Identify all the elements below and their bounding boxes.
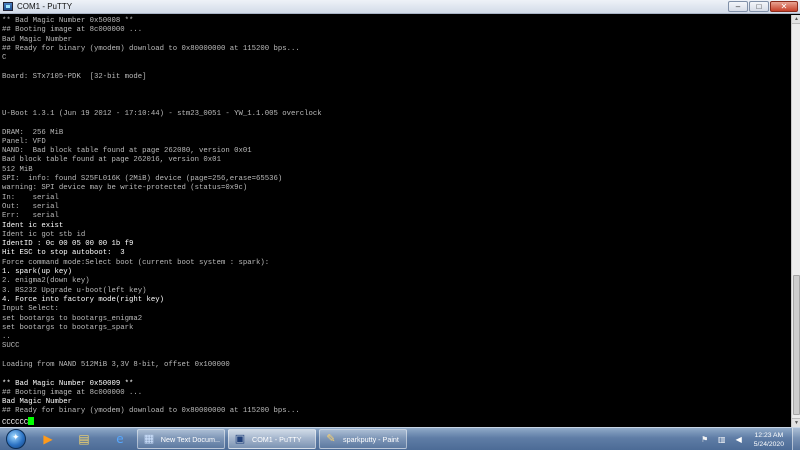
terminal-line: Bad Magic Number [2,398,73,407]
clock-date: 5/24/2020 [753,440,784,448]
terminal-line: SPI: info: found S25FL016K (2MiB) device… [2,175,283,184]
scroll-up-icon[interactable]: ▲ [792,15,800,24]
taskbar-item-label: COM1 - PuTTY [252,434,302,444]
window-title: COM1 - PuTTY [17,2,73,11]
taskbar-item-putty[interactable]: ▣ COM1 - PuTTY [228,429,316,449]
terminal-line: Loading from NAND 512MiB 3,3V 8-bit, off… [2,360,230,369]
terminal-line: warning: SPI device may be write-protect… [2,184,248,193]
taskbar-item-label: sparkputty - Paint [343,434,399,444]
minimize-button[interactable]: – [728,1,748,12]
terminal-line: ## Ready for binary (ymodem) download to… [2,407,300,416]
terminal-line: Err: serial [2,212,59,221]
action-center-flag-icon[interactable]: ⚑ [699,434,711,446]
terminal-line: Input Select: [2,305,59,314]
terminal-line: set bootargs to bootargs_spark [2,323,134,332]
clock[interactable]: 12:23 AM 5/24/2020 [754,431,784,449]
terminal-line: ## Ready for binary (ymodem) download to… [2,44,300,53]
terminal-line: 512 MiB [2,165,33,174]
window-titlebar[interactable]: COM1 - PuTTY – □ ✕ [0,0,800,14]
terminal-line: Ident ic got stb id [2,230,86,239]
terminal-line: Panel: VFD [2,137,46,146]
terminal-line: 4. Force into factory mode(right key) [2,295,165,304]
media-player-icon[interactable]: ▶ [34,429,62,449]
terminal-line: U-Boot 1.3.1 (Jun 19 2012 - 17:10:44) - … [2,109,322,118]
vertical-scrollbar[interactable]: ▲ ▼ [791,15,800,427]
terminal-line: NAND: Bad block table found at page 2620… [2,147,252,156]
terminal-line: DRAM: 256 MiB [2,128,64,137]
terminal-line: Bad block table found at page 262016, ve… [2,156,221,165]
terminal-line: C [2,54,7,63]
network-icon[interactable]: ▥ [716,434,728,446]
terminal-line: 3. RS232 Upgrade u-boot(left key) [2,286,147,295]
scrollbar-thumb[interactable] [793,275,800,415]
volume-icon[interactable]: ◀ [733,434,745,446]
terminal-line: .. [2,333,11,342]
terminal-line: ## Booting image at 8c000000 ... [2,388,143,397]
paint-icon: ✎ [326,432,336,445]
maximize-button[interactable]: □ [749,1,769,12]
clock-time: 12:23 AM [754,431,784,439]
putty-icon: ▣ [234,432,246,445]
terminal-output[interactable]: ** Bad Magic Number 0x50008 ** ## Booting… [0,15,791,427]
terminal-line: ** Bad Magic Number 0x50008 ** [2,17,134,25]
terminal-line: Out: serial [2,202,59,211]
notepad-icon: ▦ [143,432,155,445]
terminal-line: 1. spark(up key) [2,268,73,277]
terminal-line: In: serial [2,193,59,202]
terminal-line: CCCCCC [2,416,791,427]
putty-icon[interactable] [3,2,13,11]
terminal-line: ## Booting image at 8c000000 ... [2,26,143,35]
close-button[interactable]: ✕ [770,1,798,12]
terminal-line: Board: STx7105-PDK [32-bit mode] [2,72,147,81]
window-controls: – □ ✕ [728,1,798,12]
internet-explorer-icon[interactable]: e [106,429,134,449]
terminal-line: 2. enigma2(down key) [2,277,90,286]
terminal-cursor [28,416,35,425]
show-desktop-button[interactable] [792,428,800,450]
taskbar-item-label: New Text Docum... [160,434,220,444]
taskbar-item-paint[interactable]: ✎ sparkputty - Paint [319,429,407,449]
system-tray: ⚑ ▥ ◀ 12:23 AM 5/24/2020 [699,428,800,450]
terminal-line: Hit ESC to stop autoboot: 3 [2,249,125,258]
folder-icon[interactable]: ▤ [70,429,98,449]
start-button[interactable] [6,429,26,449]
terminal-line: SUCC [2,342,20,351]
scroll-down-icon[interactable]: ▼ [792,418,800,427]
terminal-line: Ident ic exist [2,221,64,230]
taskbar: ▶ ▤ e ▦ New Text Docum... ▣ COM1 - PuTTY… [0,427,800,450]
terminal-line: set bootargs to bootargs_enigma2 [2,314,143,323]
terminal-line: IdentID : 0c 00 05 00 00 1b f9 [2,240,134,249]
terminal-line: ** Bad Magic Number 0x50009 ** [2,379,134,388]
taskbar-item-notepad[interactable]: ▦ New Text Docum... [137,429,225,449]
terminal-line: Force command mode:Select boot (current … [2,258,270,267]
terminal-line: Bad Magic Number [2,35,73,44]
